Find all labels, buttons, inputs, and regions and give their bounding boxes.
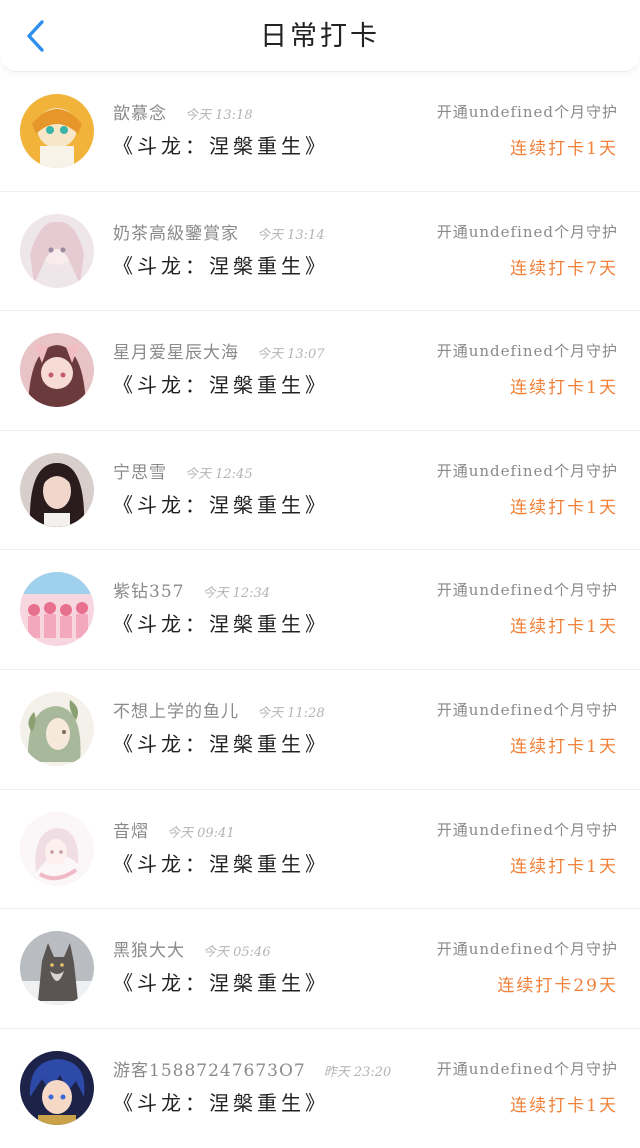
book-title[interactable]: 《斗龙：涅槃重生》 [113, 728, 329, 757]
nickname[interactable]: 星月爱星辰大海 [113, 338, 239, 363]
list-item[interactable]: 宁思雪 今天 12:45 《斗龙：涅槃重生》 开通undefined个月守护 连… [0, 431, 640, 551]
nickname[interactable]: 不想上学的鱼儿 [113, 697, 239, 722]
guard-status: 开通undefined个月守护 [436, 581, 618, 600]
list-item[interactable]: 歆慕念 今天 13:18 《斗龙：涅槃重生》 开通undefined个月守护 连… [0, 72, 640, 192]
guard-status: 开通undefined个月守护 [436, 940, 618, 959]
nickname[interactable]: 音熠 [113, 817, 149, 842]
book-title[interactable]: 《斗龙：涅槃重生》 [113, 489, 329, 518]
guard-status: 开通undefined个月守护 [436, 103, 618, 121]
checkin-time: 今天 12:45 [185, 466, 253, 482]
list-item[interactable]: 不想上学的鱼儿 今天 11:28 《斗龙：涅槃重生》 开通undefined个月… [0, 670, 640, 790]
avatar[interactable] [20, 572, 94, 647]
book-title[interactable]: 《斗龙：涅槃重生》 [113, 369, 329, 398]
streak-count: 连续打卡1天 [510, 617, 618, 638]
avatar[interactable] [20, 94, 94, 168]
checkin-time: 昨天 23:20 [323, 1064, 392, 1080]
book-title[interactable]: 《斗龙：涅槃重生》 [113, 1087, 329, 1116]
avatar[interactable] [20, 691, 94, 766]
book-title[interactable]: 《斗龙：涅槃重生》 [113, 967, 329, 996]
avatar[interactable] [20, 931, 94, 1006]
list-item[interactable]: 奶茶高級鑒賞家 今天 13:14 《斗龙：涅槃重生》 开通undefined个月… [0, 192, 640, 312]
book-title[interactable]: 《斗龙：涅槃重生》 [113, 608, 329, 637]
avatar[interactable] [20, 1050, 94, 1125]
streak-count: 连续打卡7天 [510, 258, 618, 279]
guard-status: 开通undefined个月守护 [436, 461, 618, 480]
list-item[interactable]: 星月爱星辰大海 今天 13:07 《斗龙：涅槃重生》 开通undefined个月… [0, 311, 640, 431]
avatar[interactable] [20, 452, 94, 527]
guard-status: 开通undefined个月守护 [436, 222, 618, 241]
top-bar: 日常打卡 [0, 0, 640, 72]
guard-status: 开通undefined个月守护 [436, 342, 618, 361]
streak-count: 连续打卡29天 [497, 976, 618, 997]
checkin-time: 今天 12:34 [202, 586, 271, 602]
checkin-time: 今天 11:28 [257, 705, 325, 721]
streak-count: 连续打卡1天 [510, 736, 618, 757]
checkin-time: 今天 13:07 [257, 347, 325, 363]
streak-count: 连续打卡1天 [510, 497, 618, 518]
nickname[interactable]: 黑狼大大 [113, 936, 185, 961]
nickname[interactable]: 宁思雪 [113, 458, 167, 483]
book-title[interactable]: 《斗龙：涅槃重生》 [113, 250, 329, 279]
nickname[interactable]: 紫钻357 [113, 577, 184, 602]
streak-count: 连续打卡1天 [510, 856, 618, 877]
page-title: 日常打卡 [260, 21, 380, 52]
book-title[interactable]: 《斗龙：涅槃重生》 [113, 848, 329, 877]
checkin-time: 今天 09:41 [167, 825, 235, 841]
avatar[interactable] [20, 811, 94, 886]
avatar[interactable] [20, 213, 94, 288]
streak-count: 连续打卡1天 [510, 378, 618, 399]
checkin-time: 今天 13:18 [185, 108, 253, 123]
list-item[interactable]: 黑狼大大 今天 05:46 《斗龙：涅槃重生》 开通undefined个月守护 … [0, 909, 640, 1029]
guard-status: 开通undefined个月守护 [436, 700, 618, 719]
avatar[interactable] [20, 333, 94, 408]
streak-count: 连续打卡1天 [510, 1095, 618, 1116]
nickname[interactable]: 歆慕念 [113, 99, 167, 124]
nickname[interactable]: 游客15887247673O7 [113, 1056, 306, 1081]
checkin-list: 歆慕念 今天 13:18 《斗龙：涅槃重生》 开通undefined个月守护 连… [0, 72, 640, 1148]
checkin-time: 今天 05:46 [203, 945, 271, 961]
checkin-time: 今天 13:14 [257, 227, 325, 243]
list-item[interactable]: 紫钻357 今天 12:34 《斗龙：涅槃重生》 开通undefined个月守护… [0, 550, 640, 670]
list-item[interactable]: 音熠 今天 09:41 《斗龙：涅槃重生》 开通undefined个月守护 连续… [0, 790, 640, 910]
guard-status: 开通undefined个月守护 [436, 820, 618, 839]
book-title[interactable]: 《斗龙：涅槃重生》 [113, 130, 329, 159]
streak-count: 连续打卡1天 [510, 139, 618, 159]
nickname[interactable]: 奶茶高級鑒賞家 [113, 219, 239, 244]
list-item[interactable]: 游客15887247673O7 昨天 23:20 《斗龙：涅槃重生》 开通und… [0, 1029, 640, 1148]
guard-status: 开通undefined个月守护 [436, 1059, 618, 1078]
